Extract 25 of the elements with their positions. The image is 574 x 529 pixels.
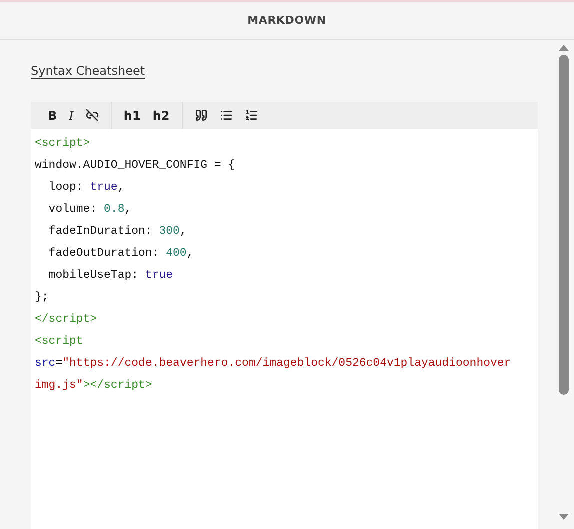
format-button[interactable]: I (65, 104, 78, 126)
numbered-list-icon (244, 109, 258, 122)
unlink-icon (86, 109, 99, 122)
scrollbar-thumb[interactable] (559, 55, 569, 395)
quote-icon (194, 109, 208, 122)
code-line: <script> (35, 136, 92, 152)
code-line: </script> (35, 312, 98, 328)
format-button[interactable]: h2 (148, 104, 174, 126)
code-line: img.js"></script> (35, 378, 154, 394)
code-line: loop: true, (48, 180, 126, 196)
scroll-up-icon[interactable] (559, 44, 569, 51)
scroll-down-icon[interactable] (559, 514, 569, 521)
format-button[interactable]: B (44, 104, 62, 126)
bullet-list-icon (220, 109, 233, 122)
code-line: }; (35, 290, 50, 306)
code-line: mobileUseTap: true (48, 268, 174, 284)
code-line: fadeOutDuration: 400, (48, 246, 195, 262)
code-line: volume: 0.8, (48, 202, 133, 218)
code-line: src="https://code.beaverhero.com/imageblock/0526c04v1playaudioonhover (35, 356, 512, 372)
code-line: fadeInDuration: 300, (48, 224, 188, 240)
code-line: window.AUDIO_HOVER_CONFIG = { (35, 158, 236, 174)
panel-title: MARKDOWN (248, 14, 326, 27)
format-button[interactable]: h1 (120, 104, 145, 126)
code-line: <script (35, 334, 84, 350)
cheatsheet-link[interactable]: Syntax Cheatsheet (31, 64, 146, 78)
